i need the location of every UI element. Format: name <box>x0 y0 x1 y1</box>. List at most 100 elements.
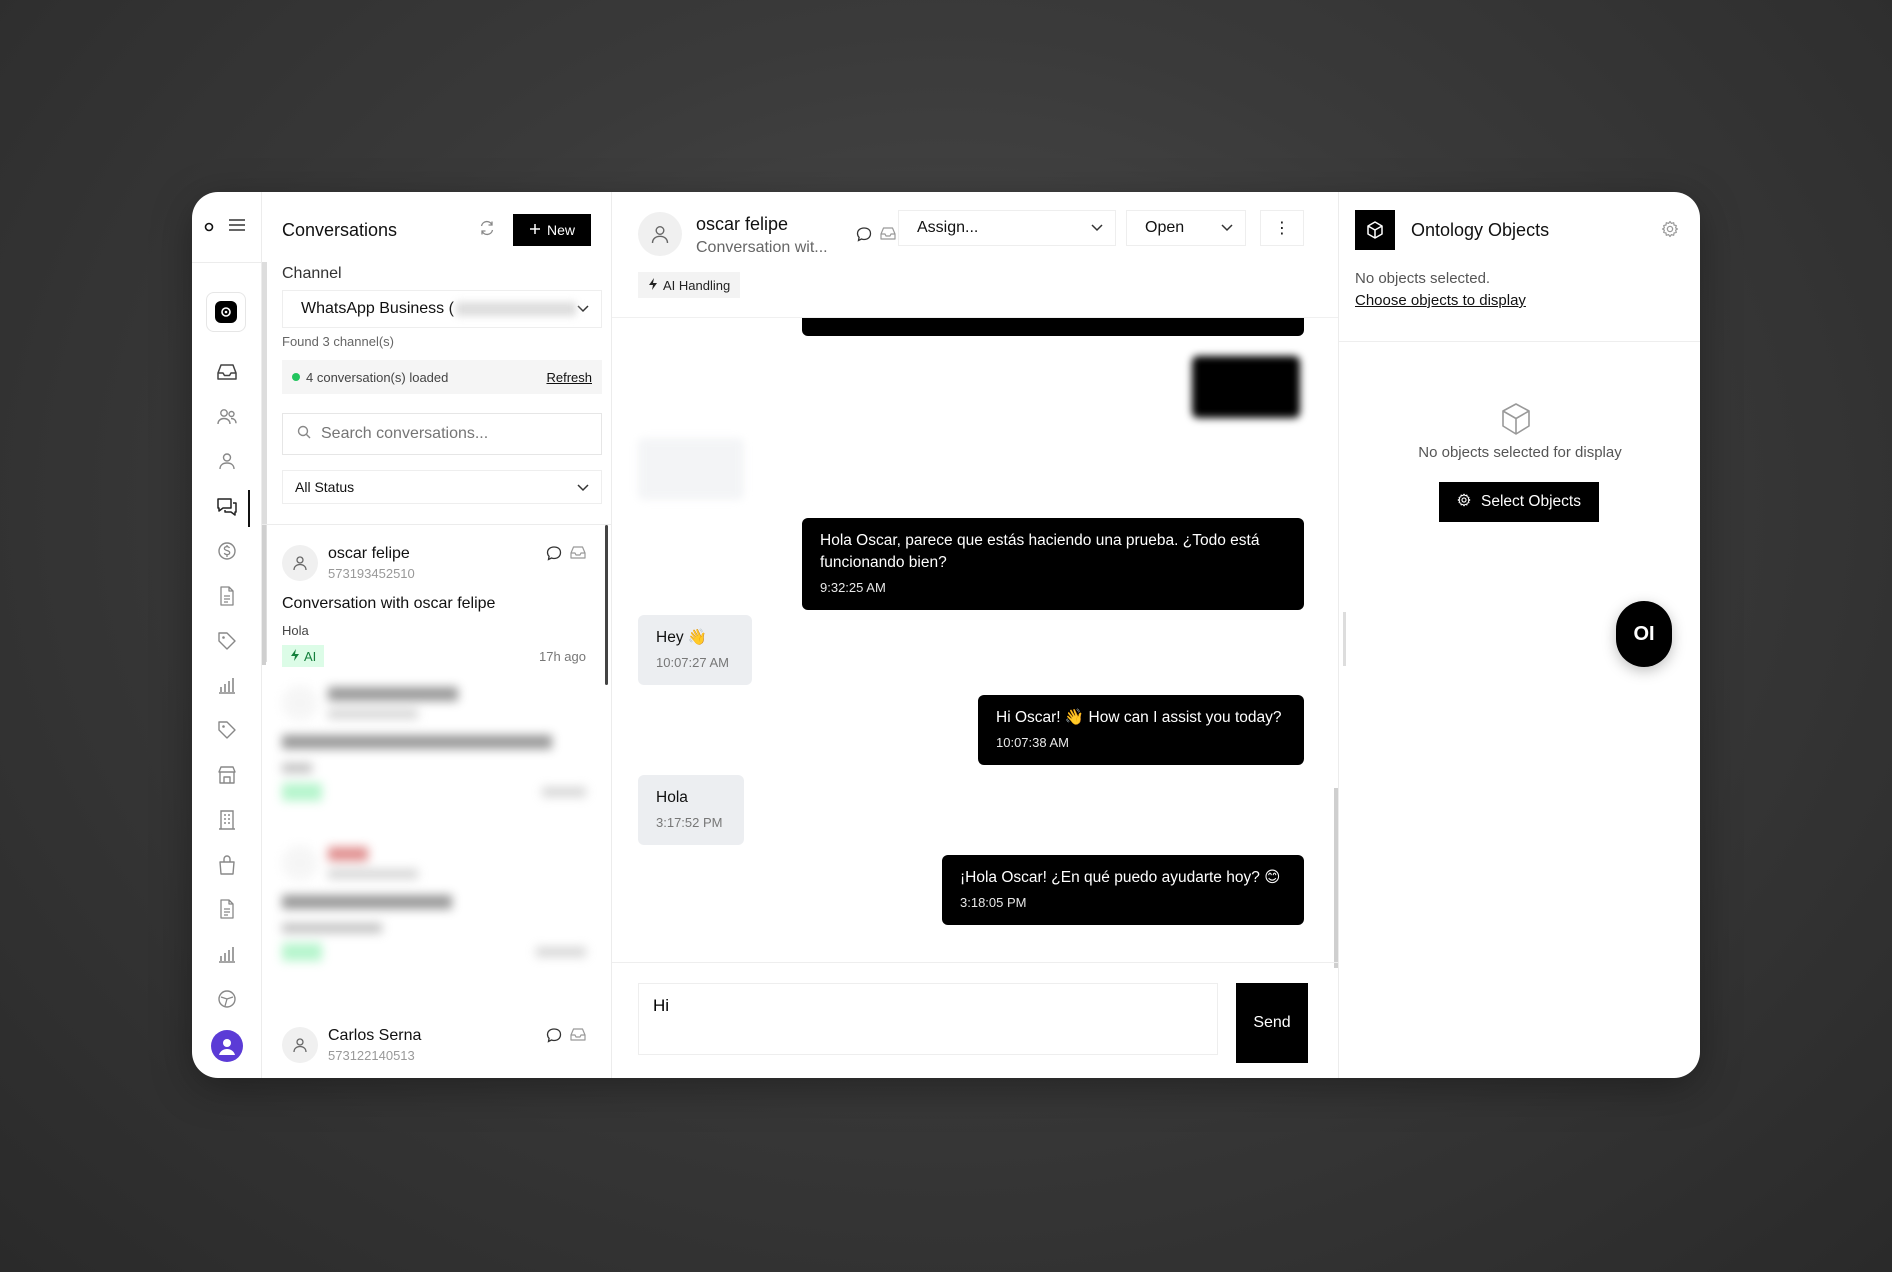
channel-icons <box>546 545 586 566</box>
search-icon <box>297 425 311 444</box>
conversation-item-redacted[interactable] <box>262 665 612 801</box>
sidebar-item-analytics[interactable] <box>192 666 262 711</box>
chat-channel-icons <box>856 226 896 247</box>
redacted-time <box>536 947 586 957</box>
workspace-logo-icon <box>215 301 237 323</box>
message-bubble-outgoing: Hola Oscar, parece que estás haciendo un… <box>802 518 1304 610</box>
sidebar-item-billing[interactable] <box>192 531 262 576</box>
channel-label: Channel <box>282 265 342 282</box>
chevron-down-icon <box>1091 219 1103 237</box>
sidebar-item-orders[interactable] <box>192 845 262 890</box>
chat-panel: oscar felipe Conversation wit... Assign.… <box>612 192 1338 1078</box>
app-mark-icon[interactable] <box>204 219 214 237</box>
message-text: Hola Oscar, parece que estás haciendo un… <box>820 532 1260 571</box>
message-bubble-incoming: Hey 👋 10:07:27 AM <box>638 615 752 685</box>
conversation-item-redacted[interactable] <box>262 825 612 961</box>
user-avatar[interactable] <box>211 1030 243 1062</box>
message-text: ¡Hola Oscar! ¿En qué puedo ayudarte hoy?… <box>960 869 1281 886</box>
sidebar-item-store[interactable] <box>192 755 262 800</box>
redacted-phone <box>328 869 418 879</box>
more-vertical-icon: ⋮ <box>1274 220 1290 237</box>
channel-select-value: WhatsApp Business ( <box>301 300 454 317</box>
sidebar-item-integrations[interactable] <box>192 979 262 1024</box>
sidebar-item-documents[interactable] <box>192 576 262 621</box>
select-objects-label: Select Objects <box>1481 493 1581 510</box>
new-conversation-button[interactable]: New <box>513 214 591 246</box>
search-input[interactable] <box>321 425 581 443</box>
send-button[interactable]: Send <box>1236 983 1308 1063</box>
status-dot-icon <box>292 373 300 381</box>
message-bubble-outgoing: ¡Hola Oscar! ¿En qué puedo ayudarte hoy?… <box>942 855 1304 925</box>
chat-header: oscar felipe Conversation wit... Assign.… <box>612 192 1338 318</box>
sidebar-item-conversations[interactable] <box>192 486 262 531</box>
redacted-phone <box>328 709 418 719</box>
message-time: 10:07:38 AM <box>996 735 1069 750</box>
app-window: Conversations New Channel WhatsApp Busin… <box>192 192 1700 1078</box>
message-input[interactable] <box>638 983 1218 1055</box>
chevron-down-icon <box>577 479 589 495</box>
assign-select[interactable]: Assign... <box>898 210 1116 246</box>
contact-avatar <box>282 845 318 881</box>
sidebar-item-stats[interactable] <box>192 934 262 979</box>
bar-chart-icon <box>217 676 237 699</box>
redacted-preview <box>282 763 312 773</box>
refresh-link[interactable]: Refresh <box>546 370 592 385</box>
status-select-value: Open <box>1145 219 1185 236</box>
refresh-icon[interactable] <box>479 220 495 241</box>
lightning-icon <box>290 648 300 664</box>
sidebar-item-reports[interactable] <box>192 890 262 935</box>
users-icon <box>217 408 237 431</box>
sidebar-nav <box>192 352 262 1024</box>
store-icon <box>217 765 237 790</box>
sidebar-item-company[interactable] <box>192 800 262 845</box>
sidebar-divider <box>192 262 261 263</box>
chat-bubble-icon <box>546 1027 562 1048</box>
no-objects-text: No objects selected. <box>1355 270 1491 287</box>
more-options-button[interactable]: ⋮ <box>1260 210 1304 246</box>
conversations-header: Conversations New <box>282 212 591 248</box>
status-filter-select[interactable]: All Status <box>282 470 602 504</box>
tag-icon <box>217 720 237 745</box>
sidebar-item-tags[interactable] <box>192 621 262 666</box>
sidebar-item-labels[interactable] <box>192 710 262 755</box>
message-time: 10:07:27 AM <box>656 655 729 670</box>
status-select[interactable]: Open <box>1126 210 1246 246</box>
message-text: Hola <box>656 789 688 806</box>
contact-name: oscar felipe <box>328 545 410 562</box>
user-icon <box>651 226 669 244</box>
choose-objects-link[interactable]: Choose objects to display <box>1355 292 1526 309</box>
bar-chart-icon <box>217 945 237 968</box>
workspace-logo[interactable] <box>206 292 246 332</box>
conversations-panel: Conversations New Channel WhatsApp Busin… <box>262 192 612 1078</box>
sidebar-item-contacts[interactable] <box>192 397 262 442</box>
ai-handling-label: AI Handling <box>663 277 731 293</box>
sidebar-top <box>204 218 246 237</box>
contact-avatar <box>282 1027 318 1063</box>
assistant-fab-button[interactable]: OI <box>1616 601 1672 667</box>
loaded-status-text: 4 conversation(s) loaded <box>306 369 449 385</box>
menu-icon[interactable] <box>228 218 246 237</box>
plus-icon <box>529 222 541 238</box>
ontology-scrollbar[interactable] <box>1343 612 1346 666</box>
redacted-subject <box>282 895 452 909</box>
gear-icon[interactable] <box>1661 220 1679 243</box>
message-time: 3:18:05 PM <box>960 895 1027 910</box>
message-time: 3:17:52 PM <box>656 815 723 830</box>
channel-select[interactable]: WhatsApp Business ( <box>282 290 602 328</box>
status-filter-value: All Status <box>295 479 355 495</box>
conversation-item[interactable]: oscar felipe 573193452510 Conversation w… <box>262 525 612 667</box>
inbox-icon <box>570 1027 586 1048</box>
sidebar-item-inbox[interactable] <box>192 352 262 397</box>
chat-bubble-icon <box>856 226 872 247</box>
sidebar <box>192 192 262 1078</box>
new-conversation-label: New <box>546 222 575 238</box>
chat-bubble-icon <box>546 545 562 566</box>
sidebar-item-profile[interactable] <box>192 442 262 487</box>
chevron-down-icon <box>1221 219 1233 237</box>
redacted-badge <box>282 943 322 961</box>
ai-handling-badge: AI Handling <box>638 272 741 298</box>
conversation-time: 17h ago <box>539 649 586 664</box>
conversation-item[interactable]: Carlos Serna 573122140513 <box>262 1007 612 1078</box>
dollar-icon <box>217 541 237 566</box>
select-objects-button[interactable]: Select Objects <box>1439 482 1599 522</box>
